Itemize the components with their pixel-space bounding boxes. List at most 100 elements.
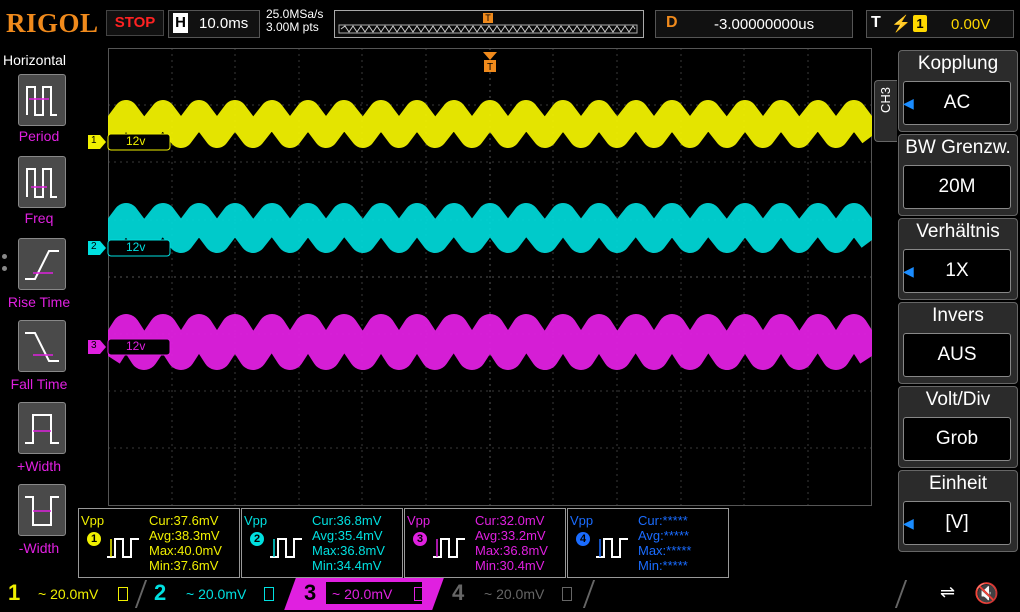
memory-depth: 3.00M pts xyxy=(266,20,319,34)
invert-title: Invers xyxy=(932,305,984,326)
rigol-logo: RIGOL xyxy=(6,8,99,38)
channel-1-label: 12v xyxy=(126,134,146,148)
timebase-box[interactable]: H 10.0ms xyxy=(168,10,260,38)
vpp-icon xyxy=(596,538,628,558)
unit-title: Einheit xyxy=(928,473,988,494)
trigger-marker: T xyxy=(483,52,497,73)
memory-overview-bar: T xyxy=(334,10,644,38)
run-stop-status[interactable]: STOP xyxy=(106,10,164,36)
pos-width-icon xyxy=(25,414,59,444)
memory-wave-preview: T xyxy=(338,13,638,34)
arrow-left-icon: ◀ xyxy=(903,263,914,279)
measurement-label: Vpp xyxy=(570,513,594,528)
measurement-avg: Avg:***** xyxy=(638,528,690,543)
measurement-vpp-ch2[interactable]: Vpp 2 Cur:36.8mV Avg:35.4mV Max:36.8mV Min:… xyxy=(241,508,403,578)
measurement-vpp-ch4[interactable]: Vpp 4 Cur:***** Avg:***** Max:***** Min:***… xyxy=(567,508,729,578)
waveform-grid: T xyxy=(108,48,872,506)
channel-3-scale: ~ 20.0mV xyxy=(332,586,393,602)
measurement-max: Max:36.8mV xyxy=(475,543,548,558)
channel-tab-label: CH3 xyxy=(878,87,893,114)
channel-3-label: 12v xyxy=(126,339,146,353)
measurement-max: Max:36.8mV xyxy=(312,543,385,558)
volt-div-setting[interactable]: Volt/Div Grob xyxy=(898,386,1018,468)
channel-2-number: 2 xyxy=(91,241,97,252)
bw-limit-icon xyxy=(118,587,128,601)
speaker-muted-icon[interactable]: 🔇 xyxy=(974,581,999,606)
delay-key: D xyxy=(666,14,678,31)
usb-icon: ⇌ xyxy=(940,582,956,602)
coupling-title: Kopplung xyxy=(917,53,999,74)
unit-setting[interactable]: Einheit [V] ◀ xyxy=(898,470,1018,552)
channel-4-status[interactable]: 4 ~ 20.0mV xyxy=(446,578,586,610)
neg-width-button[interactable] xyxy=(18,484,66,536)
vpp-icon xyxy=(270,538,302,558)
measurement-channel: 4 xyxy=(576,532,590,546)
menu-page-dot xyxy=(2,266,7,271)
measurement-min: Min:30.4mV xyxy=(475,558,545,573)
period-label: Period xyxy=(18,128,60,144)
trigger-box[interactable]: T ⚡ 1 0.00V xyxy=(866,10,1014,38)
delay-box[interactable]: D -3.00000000us xyxy=(655,10,853,38)
period-button[interactable] xyxy=(18,74,66,126)
measurement-vpp-ch1[interactable]: Vpp 1 Cur:37.6mV Avg:38.3mV Max:40.0mV Min:… xyxy=(78,508,240,578)
trigger-level: 0.00V xyxy=(951,16,991,33)
rise-time-label: Rise Time xyxy=(7,294,71,310)
measurement-channel: 1 xyxy=(87,532,101,546)
measurement-label: Vpp xyxy=(244,513,268,528)
measurement-avg: Avg:38.3mV xyxy=(149,528,220,543)
measure-menu: Horizontal Period Freq Rise Time Fall Ti… xyxy=(0,48,78,578)
measurement-label: Vpp xyxy=(407,513,431,528)
bw-limit-icon xyxy=(414,587,424,601)
invert-setting[interactable]: Invers AUS xyxy=(898,302,1018,384)
coupling-setting[interactable]: Kopplung AC ◀ xyxy=(898,50,1018,132)
arrow-left-icon: ◀ xyxy=(903,515,914,531)
channel-3-number: 3 xyxy=(91,340,97,351)
measurement-channel: 3 xyxy=(413,532,427,546)
measurement-label: Vpp xyxy=(81,513,105,528)
measurement-values: Cur:32.0mV Avg:33.2mV Max:36.8mV Min:30.4mV xyxy=(475,513,548,573)
measurement-cur: Cur:32.0mV xyxy=(475,513,545,528)
channel-2-scale: ~ 20.0mV xyxy=(186,586,247,602)
freq-label: Freq xyxy=(24,210,54,226)
neg-width-label: -Width xyxy=(18,540,60,556)
pos-width-button[interactable] xyxy=(18,402,66,454)
delay-value: -3.00000000us xyxy=(714,16,815,33)
unit-value: [V] xyxy=(903,501,1011,545)
trace-channel-2 xyxy=(108,203,872,253)
acquisition-info: 25.0MSa/s 3.00M pts xyxy=(266,8,323,34)
measurement-min: Min:***** xyxy=(638,558,688,573)
trigger-source: 1 xyxy=(913,15,927,32)
fall-time-button[interactable] xyxy=(18,320,66,372)
status-bar: RIGOL STOP H 10.0ms 25.0MSa/s 3.00M pts … xyxy=(0,0,1020,48)
channel-1-status[interactable]: 1 ~ 20.0mV xyxy=(0,578,140,610)
measurement-vpp-ch3[interactable]: Vpp 3 Cur:32.0mV Avg:33.2mV Max:36.8mV Min:… xyxy=(404,508,566,578)
vpp-icon xyxy=(433,538,465,558)
measurement-values: Cur:36.8mV Avg:35.4mV Max:36.8mV Min:34.4mV xyxy=(312,513,385,573)
timebase-value: 10.0ms xyxy=(199,15,249,32)
channel-2-status[interactable]: 2 ~ 20.0mV xyxy=(148,578,284,610)
menu-page-dot xyxy=(2,254,7,259)
rising-edge-icon: ⚡ xyxy=(891,16,911,33)
probe-ratio-title: Verhältnis xyxy=(916,221,1000,242)
measurement-values: Cur:***** Avg:***** Max:***** Min:***** xyxy=(638,513,691,573)
channel-1-number: 1 xyxy=(8,580,21,605)
measurement-avg: Avg:35.4mV xyxy=(312,528,383,543)
bandwidth-limit-value: 20M xyxy=(903,165,1011,209)
measurement-max: Max:40.0mV xyxy=(149,543,222,558)
bandwidth-limit-setting[interactable]: BW Grenzw. 20M xyxy=(898,134,1018,216)
probe-ratio-setting[interactable]: Verhältnis 1X ◀ xyxy=(898,218,1018,300)
freq-icon xyxy=(26,168,57,198)
channel-1-marker[interactable]: 1 12v xyxy=(88,133,178,156)
rise-time-button[interactable] xyxy=(18,238,66,290)
trigger-position-marker: T xyxy=(483,13,493,23)
measurement-avg: Avg:33.2mV xyxy=(475,528,546,543)
channel-3-marker[interactable]: 3 12v xyxy=(88,338,178,361)
channel-status-bar: 1 ~ 20.0mV 2 ~ 20.0mV 3 ~ 20.0mV 4 ~ 20.… xyxy=(0,578,1020,612)
coupling-value: AC xyxy=(903,81,1011,125)
invert-value: AUS xyxy=(903,333,1011,377)
freq-button[interactable] xyxy=(18,156,66,208)
divider xyxy=(894,580,908,608)
channel-2-marker[interactable]: 2 12v xyxy=(88,239,178,262)
channel-3-status[interactable]: 3 ~ 20.0mV xyxy=(284,578,444,610)
neg-width-icon xyxy=(25,496,59,526)
